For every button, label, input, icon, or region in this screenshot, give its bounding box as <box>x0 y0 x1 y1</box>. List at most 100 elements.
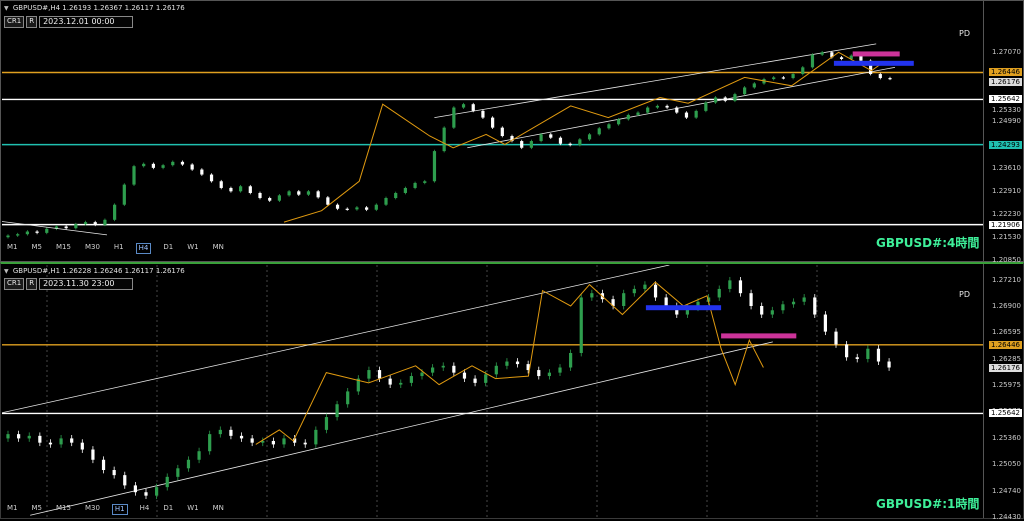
candle-body <box>17 434 21 439</box>
candle-body <box>83 222 88 225</box>
price-axis-h1[interactable]: 1.27210 1.26900 1.26595 1.26285 1.25975 1.256… <box>983 264 1023 521</box>
price-tick-label: 1.26595 <box>992 328 1021 337</box>
candle-body <box>74 224 78 229</box>
price-axis-h4[interactable]: 1.27070 1.25330 1.24990 1.23610 1.22910 1.222… <box>983 1 1023 264</box>
timeframe-m1[interactable]: M1 <box>5 243 20 254</box>
timeframe-h4[interactable]: H4 <box>138 504 152 515</box>
candle-body <box>579 297 583 353</box>
candle-body <box>622 293 626 307</box>
candle-body <box>738 280 743 294</box>
candle-body <box>59 438 63 445</box>
timeframe-h1[interactable]: H1 <box>111 504 128 515</box>
candle-body <box>306 191 311 195</box>
candle-body <box>505 361 509 366</box>
candle-body <box>802 297 806 302</box>
candle-body <box>64 226 68 229</box>
price-tick-label: 1.22230 <box>992 209 1021 218</box>
candle-body <box>123 475 127 486</box>
timeframe-m15[interactable]: M15 <box>54 243 73 254</box>
price-plot-h4[interactable] <box>2 2 984 260</box>
triangle-down-icon: ▼ <box>4 5 9 12</box>
candle-body <box>151 163 155 168</box>
timeframe-m30[interactable]: M30 <box>83 504 102 515</box>
timeframe-m5[interactable]: M5 <box>30 243 45 254</box>
timeframe-mn[interactable]: MN <box>211 243 226 254</box>
candle-body <box>558 137 563 144</box>
timeframe-mn[interactable]: MN <box>211 504 226 515</box>
candle-body <box>491 117 495 128</box>
candle-body <box>377 370 382 379</box>
candle-body <box>27 435 31 439</box>
timeframe-m30[interactable]: M30 <box>83 243 102 254</box>
zone-block <box>721 333 797 339</box>
price-tick-label: 1.26900 <box>992 302 1021 310</box>
triangle-down-icon: ▼ <box>4 268 9 275</box>
chart-window-h1[interactable]: 1.27210 1.26900 1.26595 1.26285 1.25975 1.256… <box>0 262 1024 521</box>
candle-body <box>218 429 222 435</box>
datetime-box: 2023.11.30 23:00 <box>39 278 134 290</box>
timeframe-w1[interactable]: W1 <box>185 243 200 254</box>
candle-body <box>728 280 732 289</box>
candle-body <box>770 310 774 315</box>
candle-body <box>209 174 214 182</box>
candle-body <box>409 376 413 383</box>
chart-label: GBPUSD#:4時間 <box>876 236 980 250</box>
zone-block <box>852 51 900 57</box>
timeframe-m1[interactable]: M1 <box>5 504 20 515</box>
timeframe-h1[interactable]: H1 <box>112 243 126 254</box>
candle-body <box>632 288 636 294</box>
candle-body <box>473 378 477 383</box>
candle-body <box>326 197 330 205</box>
price-tick-label: 1.24990 <box>992 117 1021 126</box>
candle-body <box>45 228 49 233</box>
candle-body <box>268 198 272 201</box>
timeframe-w1[interactable]: W1 <box>185 504 200 515</box>
candle-body <box>420 372 424 377</box>
timeframe-h4[interactable]: H4 <box>135 243 152 254</box>
timeframe-d1[interactable]: D1 <box>161 243 175 254</box>
candle-body <box>461 104 466 108</box>
candle-body <box>537 370 541 377</box>
candle-body <box>723 97 727 101</box>
candle-body <box>772 77 776 80</box>
price-plot-h1[interactable] <box>2 265 984 517</box>
chart-window-h4[interactable]: 1.27070 1.25330 1.24990 1.23610 1.22910 1.222… <box>0 0 1024 264</box>
candle-body <box>355 207 359 210</box>
candle-body <box>112 470 116 476</box>
candle-body <box>335 204 340 209</box>
candle-body <box>101 459 106 471</box>
candle-body <box>142 163 146 167</box>
cr-toolbar-h1: CR1 R 2023.11.30 23:00 <box>4 278 134 290</box>
timeframe-m5[interactable]: M5 <box>30 504 45 515</box>
timeframe-m15[interactable]: M15 <box>54 504 73 515</box>
cr-button[interactable]: CR1 <box>4 278 25 290</box>
cr-button[interactable]: CR1 <box>4 16 25 28</box>
candle-body <box>239 435 244 439</box>
candle-body <box>568 143 572 146</box>
candle-body <box>258 192 262 199</box>
candle-body <box>35 231 39 233</box>
candle-body <box>665 105 669 108</box>
channel-line <box>434 43 877 118</box>
pd-label: PD <box>959 290 970 299</box>
candle-body <box>365 207 369 210</box>
candle-body <box>219 181 223 188</box>
candle-body <box>431 367 435 373</box>
r-button[interactable]: R <box>26 16 38 28</box>
candle-body <box>845 344 849 358</box>
candle-body <box>607 124 611 129</box>
candle-body <box>324 417 329 430</box>
candle-body <box>590 293 594 298</box>
price-tick-label: 1.25975 <box>992 381 1021 390</box>
price-tick-label: 1.23610 <box>992 163 1021 172</box>
candle-body <box>180 161 185 165</box>
candle-body <box>626 114 630 120</box>
candle-body <box>171 161 175 166</box>
candle-body <box>384 198 388 205</box>
timeframe-d1[interactable]: D1 <box>161 504 175 515</box>
candle-body <box>239 186 243 192</box>
candle-body <box>664 297 668 307</box>
candle-body <box>229 429 233 436</box>
r-button[interactable]: R <box>26 278 38 290</box>
candle-body <box>122 184 126 205</box>
